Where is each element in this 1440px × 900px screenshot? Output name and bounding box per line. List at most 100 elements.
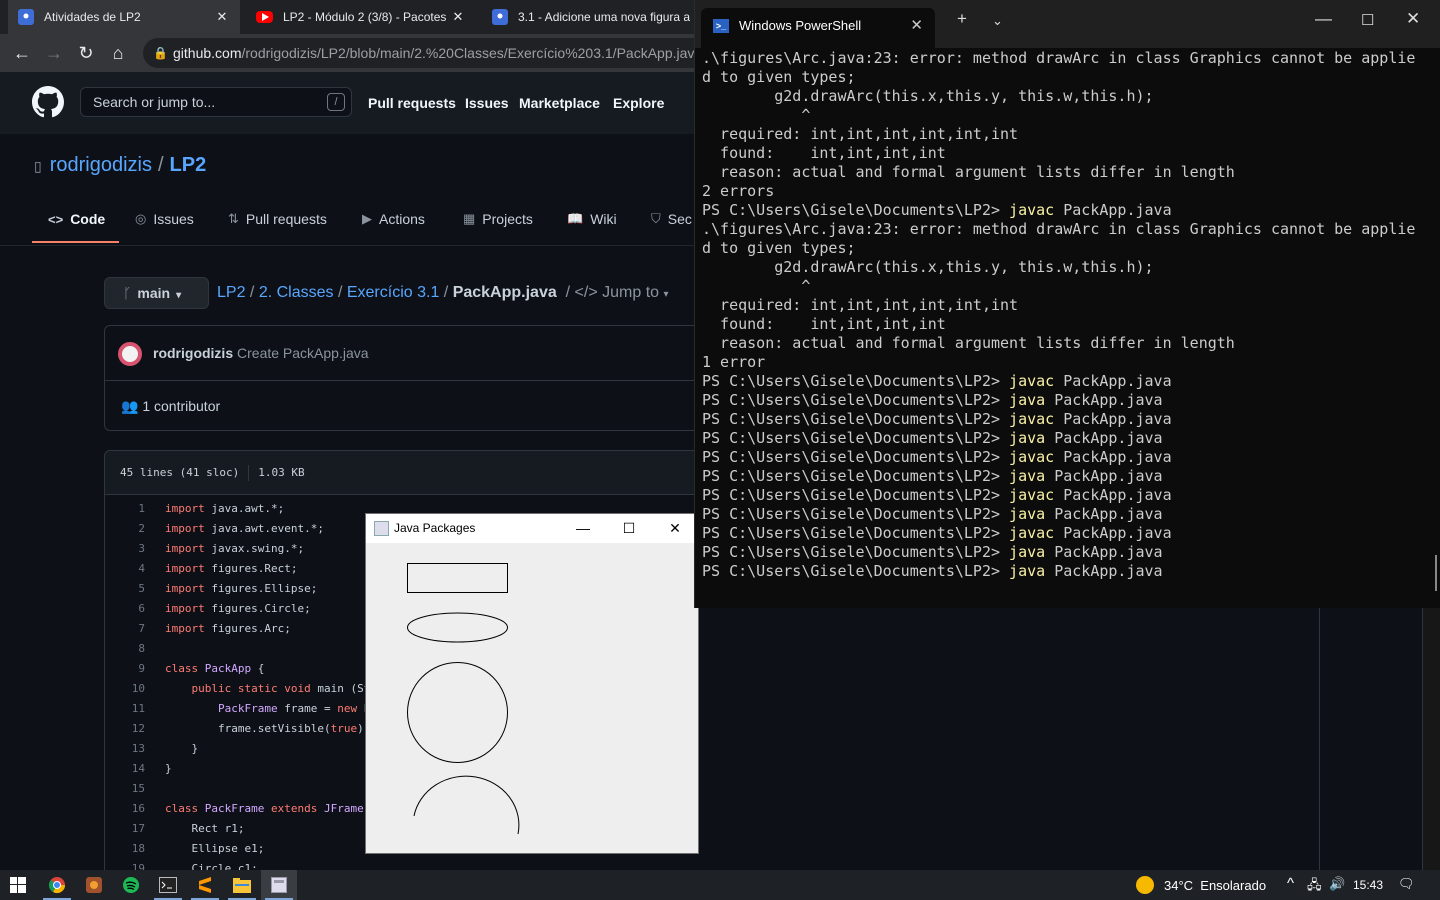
github-logo-icon[interactable]	[32, 86, 64, 118]
tab-actions[interactable]: ▶ Actions	[362, 211, 425, 227]
line-number[interactable]: 18	[105, 839, 145, 859]
tab-wiki[interactable]: 📖 Wiki	[567, 211, 617, 227]
clock[interactable]: 15:43	[1353, 878, 1383, 892]
nav-pull-requests[interactable]: Pull requests	[368, 95, 456, 111]
command-args: PackApp.java	[1045, 391, 1163, 409]
classroom-icon	[18, 9, 34, 25]
volume-icon[interactable]: 🔊	[1329, 876, 1345, 892]
line-number[interactable]: 11	[105, 699, 145, 719]
prompt: PS C:\Users\Gisele\Documents\LP2>	[702, 201, 1010, 219]
issue-icon: ◎	[135, 211, 147, 226]
command-args: PackApp.java	[1045, 429, 1163, 447]
close-tab-icon[interactable]: ✕	[214, 9, 230, 25]
terminal-tab[interactable]: >_ Windows PowerShell ✕	[701, 8, 935, 48]
command-args: PackApp.java	[1054, 448, 1172, 466]
minimize-icon[interactable]: —	[560, 514, 606, 543]
chevron-down-icon[interactable]: ⌄	[992, 13, 1003, 29]
line-number[interactable]: 3	[105, 539, 145, 559]
line-number[interactable]: 4	[105, 559, 145, 579]
file-size: 1.03 KB	[258, 466, 305, 479]
line-number[interactable]: 6	[105, 599, 145, 619]
line-number[interactable]: 5	[105, 579, 145, 599]
commit-message[interactable]: Create PackApp.java	[237, 345, 369, 361]
file-explorer-taskbar-button[interactable]	[224, 870, 260, 900]
new-tab-icon[interactable]: +	[957, 9, 967, 29]
back-icon[interactable]: ←	[10, 41, 34, 65]
line-number[interactable]: 14	[105, 759, 145, 779]
terminal-output[interactable]: .\figures\Arc.java:23: error: method dra…	[702, 49, 1432, 609]
jump-to-button[interactable]: </> Jump to ▾	[575, 284, 669, 301]
nav-issues[interactable]: Issues	[465, 95, 509, 111]
close-icon[interactable]: ✕	[652, 514, 698, 543]
github-search-input[interactable]: Search or jump to... /	[80, 87, 352, 117]
repo-separator: /	[157, 154, 164, 176]
weather-widget[interactable]: 34°C Ensolarado	[1164, 878, 1266, 893]
minimize-icon[interactable]: —	[1315, 9, 1332, 29]
spotify-taskbar-button[interactable]	[113, 870, 149, 900]
terminal-line: PS C:\Users\Gisele\Documents\LP2> java P…	[702, 562, 1432, 581]
tab-pull-requests[interactable]: ⇅ Pull requests	[228, 211, 327, 227]
line-number[interactable]: 16	[105, 799, 145, 819]
tab-issues[interactable]: ◎ Issues	[135, 211, 194, 227]
repo-name-link[interactable]: LP2	[170, 154, 207, 176]
nav-marketplace[interactable]: Marketplace	[519, 95, 600, 111]
line-number[interactable]: 1	[105, 499, 145, 519]
scrollbar[interactable]	[1435, 555, 1437, 591]
close-tab-icon[interactable]: ✕	[910, 8, 923, 44]
commit-author[interactable]: rodrigodizis	[153, 345, 233, 361]
line-number[interactable]: 10	[105, 679, 145, 699]
branch-select-button[interactable]: ᚴ main ▾	[104, 277, 209, 309]
prompt: PS C:\Users\Gisele\Documents\LP2>	[702, 467, 1010, 485]
maximize-icon[interactable]: ☐	[1361, 11, 1374, 29]
java-window-titlebar[interactable]: Java Packages — ☐ ✕	[366, 514, 698, 543]
app-taskbar-button[interactable]	[76, 870, 112, 900]
sun-icon[interactable]	[1136, 876, 1154, 894]
close-tab-icon[interactable]: ✕	[450, 9, 466, 25]
terminal-line: PS C:\Users\Gisele\Documents\LP2> javac …	[702, 372, 1432, 391]
close-icon[interactable]: ✕	[1406, 9, 1420, 29]
terminal-line: PS C:\Users\Gisele\Documents\LP2> java P…	[702, 467, 1432, 486]
java-app-taskbar-button[interactable]	[261, 870, 297, 900]
windows-start-button[interactable]	[0, 870, 36, 900]
java-window-title: Java Packages	[394, 521, 476, 535]
line-number[interactable]: 17	[105, 819, 145, 839]
sublime-taskbar-button[interactable]	[187, 870, 223, 900]
breadcrumb-dir[interactable]: Exercício 3.1	[347, 284, 439, 301]
contributors-row[interactable]: 👥 1 contributor	[105, 381, 723, 431]
network-icon[interactable]: 🖧	[1307, 876, 1322, 898]
code-text: import figures.Ellipse;	[165, 582, 318, 595]
breadcrumb-dir[interactable]: 2. Classes	[259, 284, 334, 301]
address-bar[interactable]: 🔒 github.com/rodrigodizis/LP2/blob/main/…	[143, 38, 713, 68]
browser-tab[interactable]: 3.1 - Adicione uma nova figura a	[482, 0, 700, 34]
chrome-taskbar-button[interactable]	[39, 870, 75, 900]
nav-explore[interactable]: Explore	[613, 95, 664, 111]
line-number[interactable]: 8	[105, 639, 145, 659]
browser-tab[interactable]: Atividades de LP2 ✕	[8, 0, 240, 34]
breadcrumb-root[interactable]: LP2	[217, 284, 245, 301]
repo-owner-link[interactable]: rodrigodizis	[50, 154, 152, 176]
chevron-up-icon[interactable]: ^	[1287, 875, 1294, 892]
command-name: java	[1009, 391, 1046, 409]
maximize-icon[interactable]: ☐	[606, 514, 652, 543]
avatar[interactable]	[118, 342, 142, 366]
tab-security[interactable]: ⛉ Sec	[651, 211, 692, 227]
line-number[interactable]: 2	[105, 519, 145, 539]
forward-icon[interactable]: →	[42, 41, 66, 65]
tab-projects[interactable]: ▦ Projects	[463, 211, 533, 227]
reload-icon[interactable]: ↻	[74, 41, 98, 65]
line-number[interactable]: 15	[105, 779, 145, 799]
line-number[interactable]: 9	[105, 659, 145, 679]
shield-icon: ⛉	[651, 211, 661, 226]
line-number[interactable]: 7	[105, 619, 145, 639]
people-icon: 👥	[121, 398, 139, 414]
line-number[interactable]: 12	[105, 719, 145, 739]
scrollbar[interactable]	[1423, 608, 1440, 870]
powershell-icon: >_	[713, 19, 729, 33]
tab-code[interactable]: <> Code	[48, 211, 105, 227]
browser-tab[interactable]: LP2 - Módulo 2 (3/8) - Pacotes e ✕	[246, 0, 476, 34]
terminal-taskbar-button[interactable]	[150, 870, 186, 900]
home-icon[interactable]: ⌂	[106, 41, 130, 65]
java-app-icon	[271, 877, 287, 893]
line-number[interactable]: 13	[105, 739, 145, 759]
notifications-icon[interactable]: 🗨	[1398, 876, 1415, 892]
